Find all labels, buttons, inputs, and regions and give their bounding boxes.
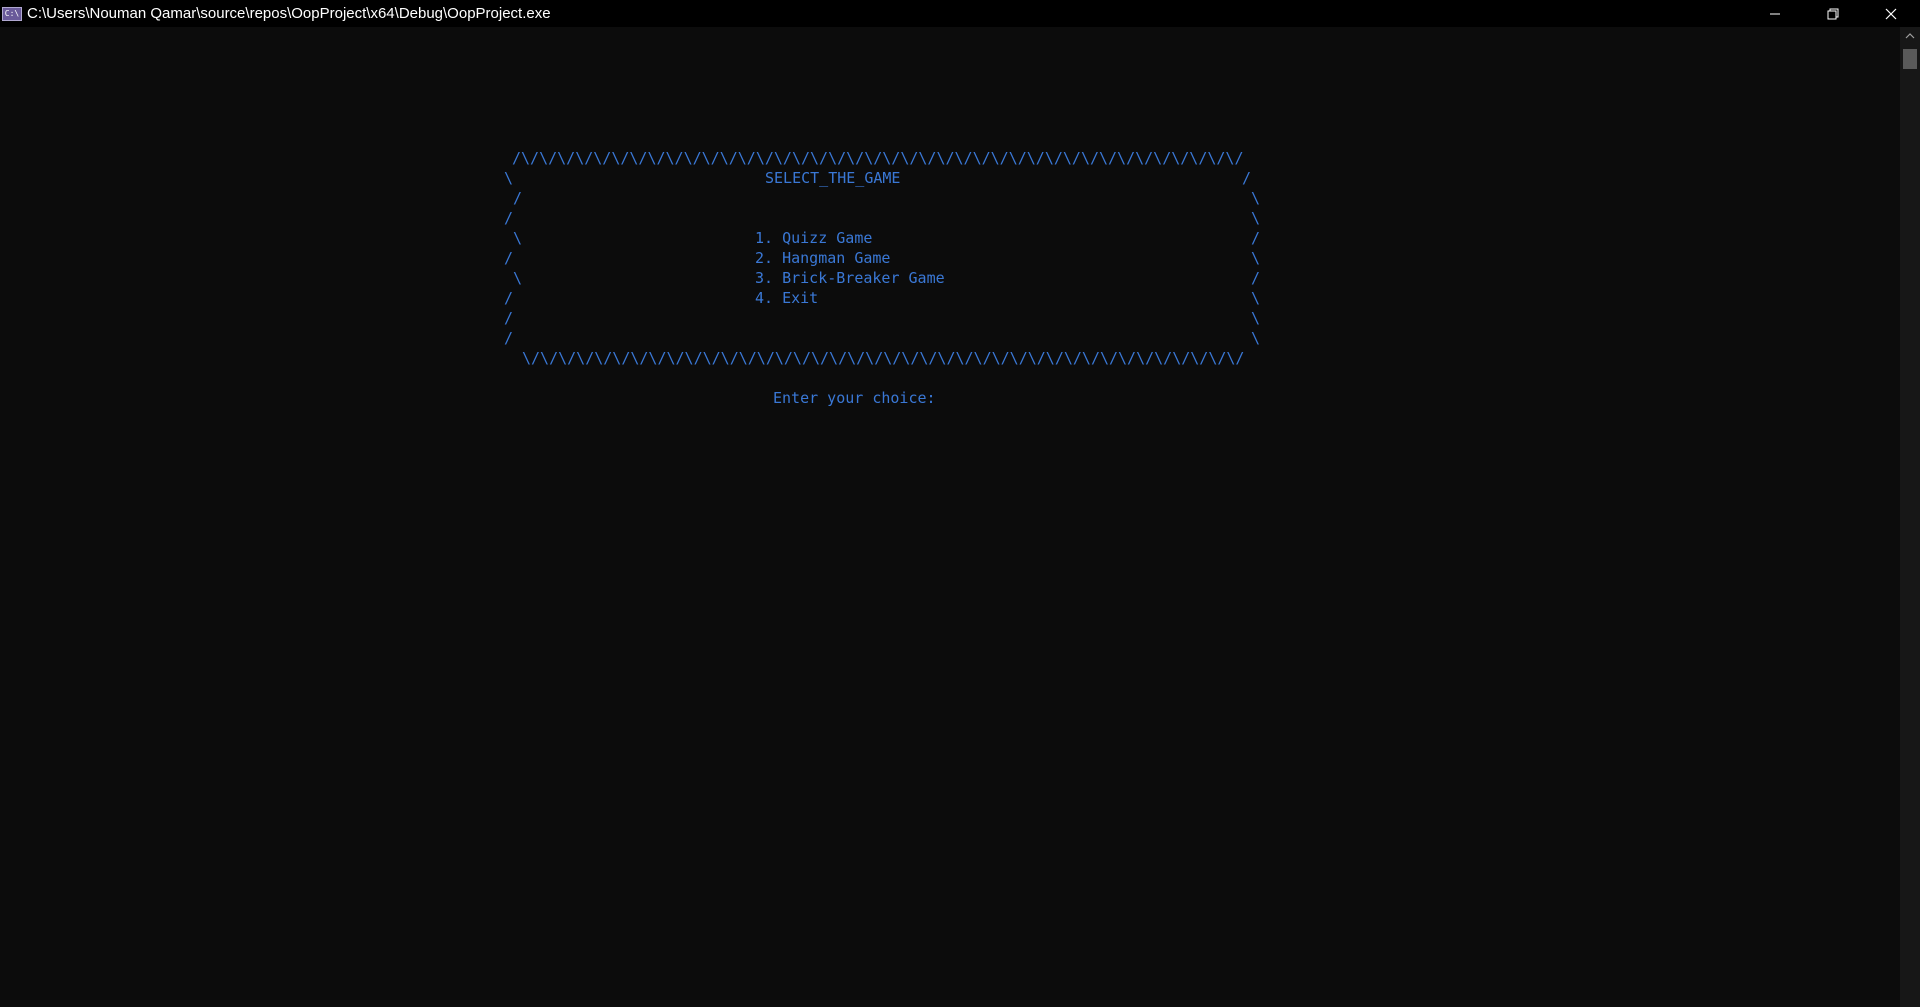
choice-prompt: Enter your choice: <box>773 389 936 407</box>
menu-heading: SELECT_THE_GAME <box>765 169 901 187</box>
window-controls <box>1746 0 1920 27</box>
menu-item-exit: 4. Exit <box>755 289 819 307</box>
minimize-icon <box>1770 13 1780 14</box>
menu-item-brick-breaker-game: 3. Brick-Breaker Game <box>755 269 945 287</box>
close-icon <box>1885 8 1897 19</box>
frame-right-edge: \ <box>1251 189 1261 207</box>
scroll-up-button[interactable] <box>1904 31 1916 41</box>
frame-right-edge: \ <box>1251 249 1261 267</box>
frame-left-edge: \ <box>504 269 523 287</box>
frame-left-edge: \ <box>504 169 514 187</box>
frame-right-edge: \ <box>1251 309 1261 327</box>
console-app-icon[interactable]: C:\ <box>2 6 22 21</box>
frame-bottom-border: \/\/\/\/\/\/\/\/\/\/\/\/\/\/\/\/\/\/\/\/… <box>522 349 1245 367</box>
frame-right-edge: \ <box>1251 289 1261 307</box>
restore-button[interactable] <box>1804 0 1862 27</box>
restore-icon <box>1827 8 1839 19</box>
frame-right-edge: / <box>1251 269 1261 287</box>
console-window: C:\ C:\Users\Nouman Qamar\source\repos\O… <box>0 0 1920 1007</box>
chevron-up-icon <box>1905 33 1915 39</box>
frame-left-edge: / <box>504 289 514 307</box>
scrollbar-thumb[interactable] <box>1903 49 1917 69</box>
frame-left-edge: / <box>504 329 514 347</box>
frame-right-edge: / <box>1242 169 1252 187</box>
console-output[interactable]: /\/\/\/\/\/\/\/\/\/\/\/\/\/\/\/\/\/\/\/\… <box>0 27 1900 1007</box>
vertical-scrollbar[interactable] <box>1900 27 1920 1007</box>
frame-right-edge: \ <box>1251 209 1261 227</box>
frame-left-edge: / <box>504 189 523 207</box>
frame-left-edge: \ <box>504 229 523 247</box>
title-bar[interactable]: C:\ C:\Users\Nouman Qamar\source\repos\O… <box>0 0 1920 27</box>
close-button[interactable] <box>1862 0 1920 27</box>
frame-left-edge: / <box>504 249 514 267</box>
frame-left-edge: / <box>504 209 514 227</box>
frame-top-border: /\/\/\/\/\/\/\/\/\/\/\/\/\/\/\/\/\/\/\/\… <box>512 149 1244 167</box>
minimize-button[interactable] <box>1746 0 1804 27</box>
frame-right-edge: / <box>1251 229 1261 247</box>
window-title: C:\Users\Nouman Qamar\source\repos\OopPr… <box>27 5 551 22</box>
menu-item-quizz-game: 1. Quizz Game <box>755 229 873 247</box>
frame-left-edge: / <box>504 309 514 327</box>
menu-item-hangman-game: 2. Hangman Game <box>755 249 891 267</box>
frame-right-edge: \ <box>1251 329 1261 347</box>
